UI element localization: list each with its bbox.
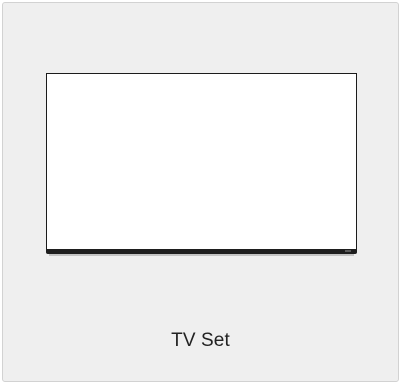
product-label: TV Set (171, 330, 230, 351)
tv-shadow (49, 254, 354, 256)
tv-screen (46, 73, 357, 251)
tv-icon (46, 73, 357, 257)
tv-power-light (345, 250, 351, 252)
